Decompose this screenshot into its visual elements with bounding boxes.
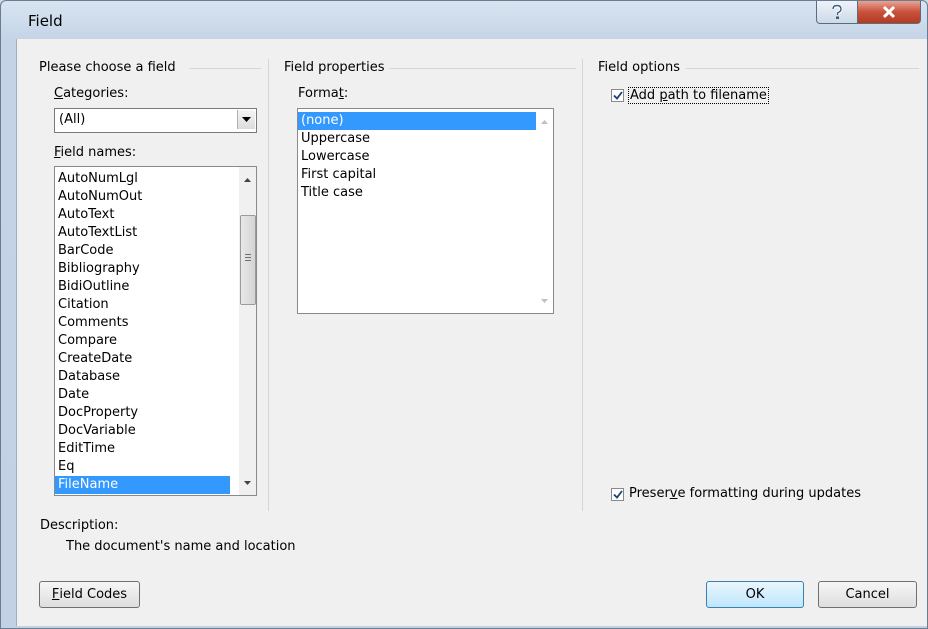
chevron-down-icon — [541, 298, 548, 303]
list-item[interactable]: Bibliography — [55, 260, 230, 278]
list-item[interactable]: FileName — [55, 476, 230, 494]
list-item[interactable]: AutoTextList — [55, 224, 230, 242]
list-item[interactable]: First capital — [298, 166, 545, 184]
list-item[interactable]: Comments — [55, 314, 230, 332]
field-codes-button[interactable]: Field Codes — [39, 581, 140, 608]
choose-field-heading: Please choose a field — [39, 60, 176, 75]
list-item[interactable]: DocVariable — [55, 422, 230, 440]
preserve-formatting-checkbox[interactable] — [611, 488, 624, 501]
categories-value: (All) — [59, 112, 86, 127]
list-item[interactable]: Compare — [55, 332, 230, 350]
list-item[interactable]: AutoNumLgl — [55, 170, 230, 188]
divider — [686, 68, 919, 69]
list-item[interactable]: Lowercase — [298, 148, 545, 166]
list-item[interactable]: Database — [55, 368, 230, 386]
format-scrollbar[interactable] — [536, 109, 553, 313]
help-icon — [831, 4, 843, 19]
format-label: Format: — [298, 86, 349, 101]
list-item[interactable]: Citation — [55, 296, 230, 314]
list-item[interactable]: AutoText — [55, 206, 230, 224]
list-item[interactable]: Date — [55, 386, 230, 404]
divider — [582, 59, 583, 511]
scroll-thumb[interactable] — [240, 215, 256, 305]
chevron-up-icon — [244, 177, 251, 182]
divider — [189, 68, 261, 69]
add-path-checkbox[interactable] — [611, 89, 624, 102]
field-names-list[interactable]: AutoNumLgl AutoNumOut AutoText AutoTextList… — [54, 166, 257, 496]
chevron-down-icon — [244, 480, 251, 485]
field-properties-heading: Field properties — [284, 60, 385, 75]
dialog-title: Field — [28, 12, 63, 30]
help-button[interactable] — [816, 1, 858, 24]
list-item[interactable]: CreateDate — [55, 350, 230, 368]
format-list[interactable]: (none) Uppercase Lowercase First capital Tit… — [297, 108, 554, 314]
divider — [389, 68, 576, 69]
dialog-client-area: Please choose a field Categories: (All) … — [16, 39, 927, 626]
field-dialog: Field Please choose a field Categories: … — [0, 0, 928, 629]
chevron-up-icon — [541, 119, 548, 124]
list-item[interactable]: BidiOutline — [55, 278, 230, 296]
description-label: Description: — [40, 518, 119, 533]
close-icon — [882, 5, 896, 19]
list-item[interactable]: DocProperty — [55, 404, 230, 422]
list-item[interactable]: Eq — [55, 458, 230, 476]
scroll-up-button[interactable] — [239, 171, 256, 188]
list-item[interactable]: Title case — [298, 184, 545, 202]
cancel-button[interactable]: Cancel — [818, 581, 917, 608]
close-button[interactable] — [857, 1, 921, 24]
field-names-scrollbar[interactable] — [239, 167, 256, 495]
categories-dropdown[interactable]: (All) — [54, 108, 257, 133]
description-text: The document's name and location — [66, 539, 296, 554]
checkmark-icon — [612, 91, 623, 100]
divider — [268, 59, 269, 511]
dropdown-button[interactable] — [237, 110, 255, 129]
scroll-down-button — [536, 292, 553, 309]
list-item[interactable]: Uppercase — [298, 130, 545, 148]
scroll-up-button — [536, 113, 553, 130]
title-bar[interactable]: Field — [1, 1, 927, 39]
field-names-label: Field names: — [54, 145, 137, 160]
ok-button[interactable]: OK — [706, 581, 804, 608]
list-item[interactable]: EditTime — [55, 440, 230, 458]
categories-label: Categories: — [54, 86, 129, 101]
list-item[interactable]: BarCode — [55, 242, 230, 260]
field-options-heading: Field options — [598, 60, 681, 75]
list-item[interactable]: (none) — [298, 112, 545, 130]
checkmark-icon — [612, 490, 623, 499]
preserve-formatting-label[interactable]: Preserve formatting during updates — [629, 486, 861, 501]
chevron-down-icon — [242, 117, 251, 122]
add-path-label[interactable]: Add path to filename — [628, 87, 769, 104]
list-item[interactable]: AutoNumOut — [55, 188, 230, 206]
scroll-down-button[interactable] — [239, 474, 256, 491]
